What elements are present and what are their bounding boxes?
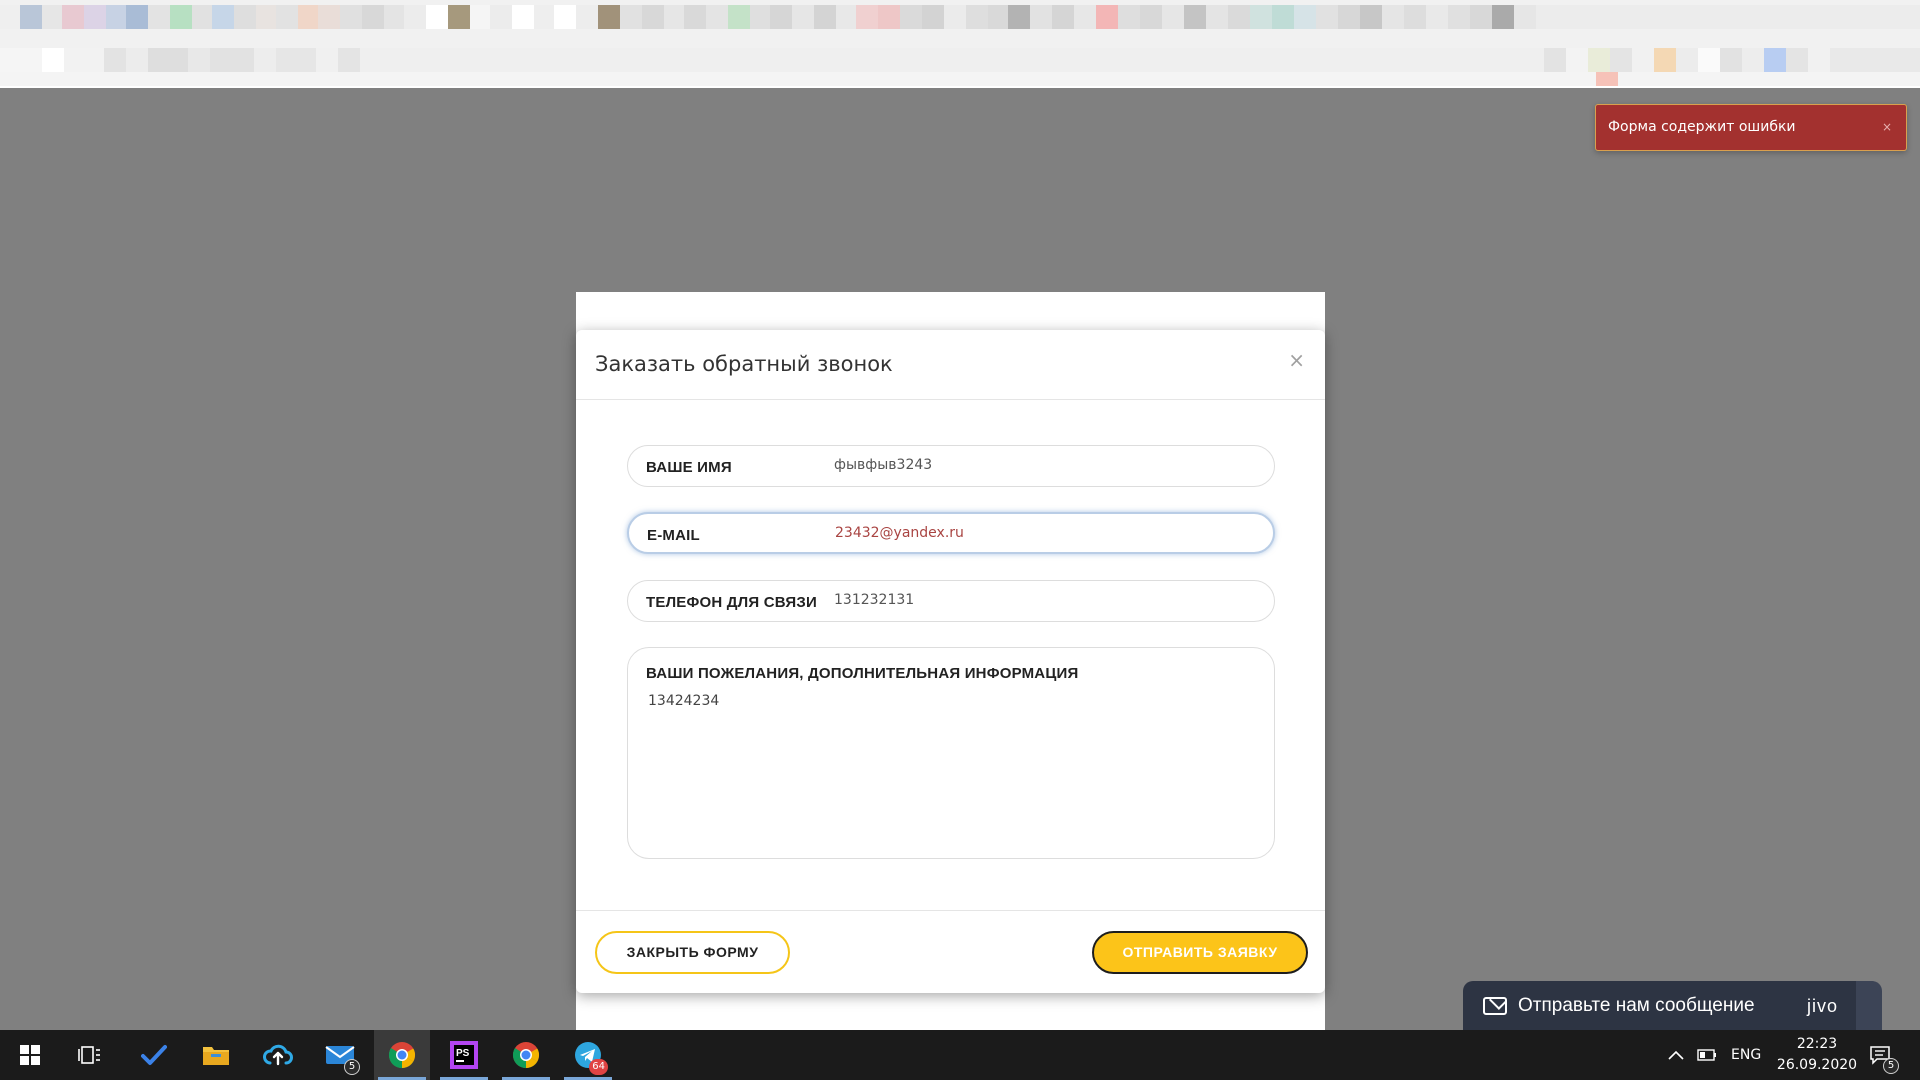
jivo-logo: jivo <box>1807 996 1839 1016</box>
email-field-label: E-MAIL <box>647 527 700 544</box>
bookmarks-bar-blurred <box>0 5 1920 29</box>
browser-chrome <box>0 0 1920 88</box>
chrome-button-active[interactable] <box>374 1030 430 1080</box>
jivo-chat-widget[interactable]: Отправьте нам сообщение jivo <box>1463 981 1882 1030</box>
comment-textarea[interactable]: ВАШИ ПОЖЕЛАНИЯ, ДОПОЛНИТЕЛЬНАЯ ИНФОРМАЦИ… <box>627 647 1275 859</box>
email-field[interactable]: E-MAIL 23432@yandex.ru <box>627 512 1275 554</box>
tray-overflow-button[interactable] <box>1668 1030 1684 1080</box>
comment-field-value[interactable]: 13424234 <box>648 693 719 709</box>
name-field-value[interactable]: фывфыв3243 <box>834 457 932 473</box>
language-indicator[interactable]: ENG <box>1731 1030 1761 1080</box>
clock-time: 22:23 <box>1796 1036 1838 1052</box>
close-form-button[interactable]: ЗАКРЫТЬ ФОРМУ <box>595 931 790 974</box>
modal-footer: ЗАКРЫТЬ ФОРМУ ОТПРАВИТЬ ЗАЯВКУ <box>576 910 1325 993</box>
taskbar: 5 PS 64 ENG 22:23 26.09.2020 5 <box>0 1030 1920 1080</box>
todo-app-button[interactable] <box>126 1030 182 1080</box>
chevron-up-icon <box>1668 1050 1684 1060</box>
phpstorm-icon: PS <box>450 1041 478 1069</box>
task-view-button[interactable] <box>62 1030 118 1080</box>
notifications-badge: 5 <box>1883 1058 1899 1074</box>
clock[interactable]: 22:23 26.09.2020 <box>1776 1034 1858 1076</box>
phpstorm-button[interactable]: PS <box>436 1030 492 1080</box>
chrome-icon <box>388 1042 416 1069</box>
mail-button[interactable]: 5 <box>312 1030 368 1080</box>
submit-request-button[interactable]: ОТПРАВИТЬ ЗАЯВКУ <box>1092 931 1308 974</box>
chrome-button[interactable] <box>498 1030 554 1080</box>
toolbar-strip-blurred <box>0 72 1920 86</box>
chrome-icon <box>512 1042 540 1069</box>
envelope-icon <box>1483 997 1507 1015</box>
task-view-icon <box>78 1046 100 1064</box>
battery-button[interactable] <box>1697 1030 1717 1080</box>
clock-date: 26.09.2020 <box>1776 1057 1858 1073</box>
windows-start-icon <box>20 1045 40 1065</box>
telegram-badge: 64 <box>589 1059 608 1075</box>
error-toast: Форма содержит ошибки × <box>1595 104 1907 151</box>
cloud-sync-icon <box>263 1044 293 1066</box>
jivo-tail <box>1856 981 1882 1030</box>
file-explorer-button[interactable] <box>188 1030 244 1080</box>
todo-check-icon <box>141 1045 167 1065</box>
battery-icon <box>1697 1049 1716 1061</box>
error-toast-message: Форма содержит ошибки <box>1608 119 1796 135</box>
address-bar-blurred <box>0 48 1920 72</box>
action-center-button[interactable]: 5 <box>1869 1030 1899 1080</box>
svg-text:PS: PS <box>456 1048 470 1059</box>
mail-badge: 5 <box>344 1059 360 1075</box>
callback-modal: Заказать обратный звонок × ВАШЕ ИМЯ фывф… <box>576 330 1325 993</box>
jivo-chat-label: Отправьте нам сообщение <box>1518 995 1755 1016</box>
file-explorer-icon <box>203 1047 229 1065</box>
phone-field[interactable]: ТЕЛЕФОН ДЛЯ СВЯЗИ 131232131 <box>627 580 1275 622</box>
telegram-button[interactable]: 64 <box>560 1030 616 1080</box>
start-button[interactable] <box>2 1030 58 1080</box>
toast-close-icon[interactable]: × <box>1882 121 1892 133</box>
comment-field-label: ВАШИ ПОЖЕЛАНИЯ, ДОПОЛНИТЕЛЬНАЯ ИНФОРМАЦИ… <box>646 665 1079 682</box>
modal-header: Заказать обратный звонок × <box>576 330 1325 400</box>
email-field-value[interactable]: 23432@yandex.ru <box>835 525 964 541</box>
phone-field-label: ТЕЛЕФОН ДЛЯ СВЯЗИ <box>646 594 817 611</box>
name-field[interactable]: ВАШЕ ИМЯ фывфыв3243 <box>627 445 1275 487</box>
cloud-sync-button[interactable] <box>250 1030 306 1080</box>
name-field-label: ВАШЕ ИМЯ <box>646 459 732 476</box>
modal-title: Заказать обратный звонок <box>595 352 893 376</box>
close-icon[interactable]: × <box>1288 350 1305 370</box>
phone-field-value[interactable]: 131232131 <box>834 592 914 608</box>
